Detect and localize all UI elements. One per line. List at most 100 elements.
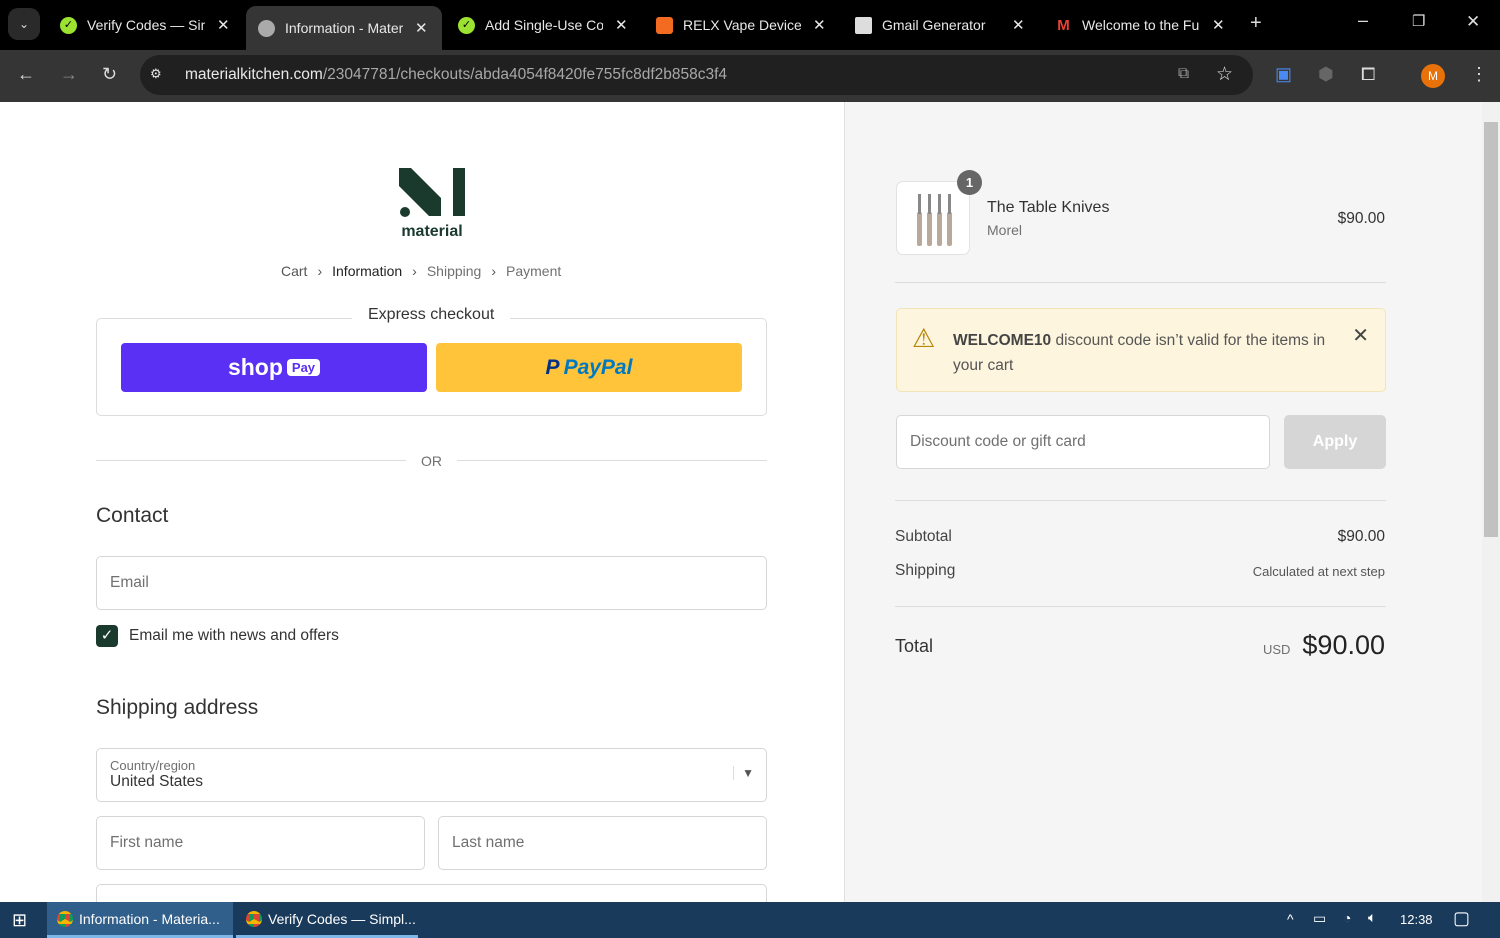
- express-checkout-title: Express checkout: [352, 306, 511, 324]
- material-logo[interactable]: material: [396, 168, 468, 240]
- close-tab-icon[interactable]: ✕: [415, 19, 428, 37]
- email-field[interactable]: Email: [96, 556, 767, 610]
- taskbar: ⊞ Information - Materia... Verify Codes …: [0, 902, 1500, 938]
- extension-icon[interactable]: ⬢: [1318, 64, 1334, 85]
- tab-title: RELX Vape Device…: [683, 17, 801, 33]
- paypal-icon: P: [545, 355, 560, 379]
- first-name-placeholder: First name: [110, 834, 184, 851]
- volume-icon[interactable]: 🔈︎: [1368, 909, 1376, 926]
- breadcrumb-payment: Payment: [506, 263, 562, 279]
- scrollbar[interactable]: [1482, 102, 1500, 902]
- close-tab-icon[interactable]: ✕: [813, 16, 826, 34]
- wifi-icon[interactable]: ◔: [1343, 910, 1351, 926]
- close-tab-icon[interactable]: ✕: [1012, 16, 1025, 34]
- country-select[interactable]: Country/region United States ▼: [96, 748, 767, 802]
- currency-label: USD: [1262, 642, 1291, 657]
- close-tab-icon[interactable]: ✕: [615, 16, 628, 34]
- chrome-icon: [246, 910, 262, 927]
- discount-code-input[interactable]: Discount code or gift card: [896, 415, 1270, 469]
- battery-icon[interactable]: ▭: [1313, 910, 1326, 927]
- back-icon[interactable]: ←: [17, 64, 35, 85]
- url-path: /23047781/checkouts/abda4054f8420fe755fc…: [322, 66, 728, 83]
- gmail-generator-icon: [855, 16, 872, 34]
- warning-icon: ⚠: [912, 323, 936, 353]
- logo-mark-icon: [399, 168, 465, 217]
- tab-welcome[interactable]: M Welcome to the Fu… ✕: [1043, 8, 1225, 42]
- windows-start-icon[interactable]: ⊞: [12, 910, 27, 931]
- tab-verify-codes[interactable]: ✓ Verify Codes — Simpl… ✕: [48, 8, 230, 42]
- shipping-value: Calculated at next step: [1252, 564, 1385, 579]
- close-tab-icon[interactable]: ✕: [217, 16, 230, 34]
- country-value: United States: [110, 773, 204, 790]
- total-value: $90.00: [1302, 630, 1385, 660]
- tab-information[interactable]: Information - Materia… ✕: [246, 6, 442, 50]
- discount-placeholder: Discount code or gift card: [910, 433, 1086, 450]
- breadcrumb-cart[interactable]: Cart: [281, 263, 307, 279]
- breadcrumb-shipping: Shipping: [426, 263, 482, 279]
- apply-button[interactable]: Apply: [1284, 415, 1386, 469]
- tab-title: Welcome to the Fu…: [1082, 17, 1200, 33]
- newsletter-checkbox[interactable]: ✓: [96, 625, 118, 647]
- close-tab-icon[interactable]: ✕: [1212, 16, 1225, 34]
- divider: [895, 282, 1386, 283]
- extensions-puzzle-icon[interactable]: ⧠: [1361, 64, 1375, 85]
- minimize-button[interactable]: –: [1358, 10, 1368, 31]
- close-window-button[interactable]: ✕: [1466, 12, 1480, 32]
- translate-icon[interactable]: ⧉: [1178, 65, 1189, 83]
- tab-relx[interactable]: RELX Vape Device… ✕: [644, 8, 826, 42]
- address-bar[interactable]: ⚙ materialkitchen.com/23047781/checkouts…: [140, 55, 1253, 95]
- scrollbar-thumb[interactable]: [1484, 122, 1498, 537]
- product-variant: Morel: [987, 222, 1023, 238]
- notifications-icon[interactable]: ▢: [1453, 908, 1470, 929]
- total-label: Total: [895, 636, 934, 656]
- tab-strip: ⌄ ✓ Verify Codes — Simpl… ✕ Information - …: [0, 0, 1500, 50]
- taskbar-item-verify-codes[interactable]: Verify Codes — Simpl...: [236, 902, 418, 938]
- clock[interactable]: 12:38: [1400, 912, 1433, 927]
- check-icon: ✓: [60, 16, 77, 34]
- taskbar-label: Verify Codes — Simpl...: [268, 910, 416, 927]
- newsletter-label[interactable]: Email me with news and offers: [129, 627, 339, 645]
- breadcrumb-information: Information: [332, 263, 403, 279]
- total-amount: USD $90.00: [1263, 630, 1385, 661]
- taskbar-label: Information - Materia...: [79, 910, 220, 927]
- paypal-logo: PayPal: [563, 355, 633, 379]
- chevron-right-icon: ›: [412, 263, 417, 279]
- profile-avatar[interactable]: M: [1421, 64, 1445, 88]
- divider: [895, 606, 1386, 607]
- google-translate-icon[interactable]: ▣: [1275, 64, 1292, 85]
- close-icon[interactable]: ✕: [1352, 323, 1369, 348]
- tray-chevron-icon[interactable]: ^: [1287, 911, 1294, 927]
- globe-icon: [258, 19, 275, 37]
- forward-icon[interactable]: →: [60, 64, 78, 85]
- tab-add-single-use[interactable]: ✓ Add Single-Use Codes… ✕: [446, 8, 628, 42]
- last-name-field[interactable]: Last name: [438, 816, 767, 870]
- first-name-field[interactable]: First name: [96, 816, 425, 870]
- tab-gmail-generator[interactable]: Gmail Generator ✕: [843, 8, 1025, 42]
- star-icon[interactable]: ☆: [1216, 63, 1233, 86]
- paypal-button[interactable]: P PayPal: [436, 343, 742, 392]
- product-thumbnail: [896, 181, 970, 255]
- check-icon: ✓: [458, 16, 475, 34]
- reload-icon[interactable]: ↻: [102, 64, 117, 85]
- knives-image-icon: [917, 194, 952, 246]
- chevron-right-icon: ›: [491, 263, 497, 279]
- product-price: $90.00: [1337, 210, 1385, 227]
- shop-pay-button[interactable]: shop Pay: [121, 343, 427, 392]
- logo-text: material: [401, 223, 463, 240]
- restore-button[interactable]: ❐: [1412, 12, 1425, 30]
- taskbar-item-information[interactable]: Information - Materia...: [47, 902, 233, 938]
- site-info-icon[interactable]: ⚙: [150, 66, 162, 82]
- discount-warning-banner: ⚠ WELCOME10 discount code isn’t valid fo…: [896, 308, 1386, 392]
- subtotal-label: Subtotal: [895, 528, 952, 545]
- chevron-down-icon: ▼: [733, 766, 754, 780]
- pay-badge: Pay: [286, 359, 321, 376]
- discount-code: WELCOME10: [953, 332, 1052, 349]
- order-summary: 1 The Table Knives Morel $90.00 ⚠ WELCOM…: [845, 102, 1482, 902]
- url-host: materialkitchen.com: [185, 66, 323, 83]
- email-placeholder: Email: [110, 574, 149, 591]
- menu-icon[interactable]: ⋮: [1470, 64, 1488, 85]
- tab-search-button[interactable]: ⌄: [8, 8, 40, 40]
- new-tab-button[interactable]: +: [1250, 12, 1262, 35]
- tab-title: Add Single-Use Codes…: [485, 17, 603, 33]
- tab-title: Gmail Generator: [882, 17, 986, 33]
